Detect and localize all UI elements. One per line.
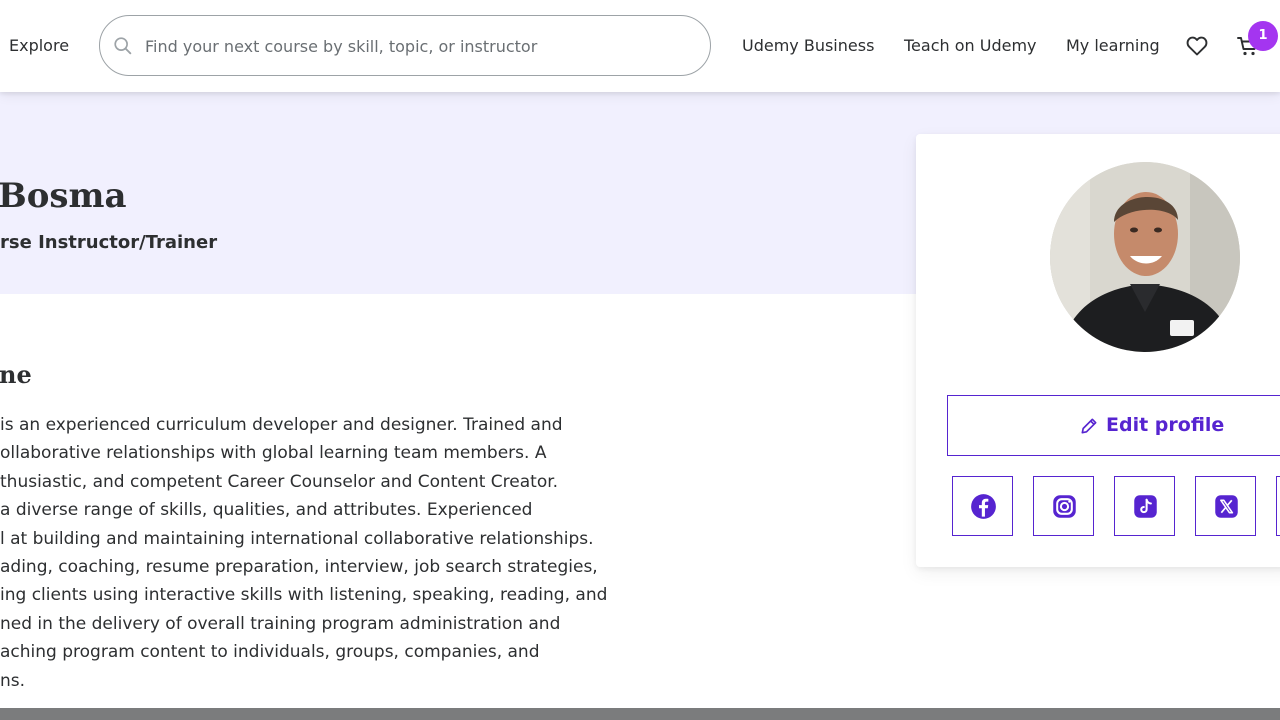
heart-icon[interactable] [1185, 34, 1209, 58]
top-header: Explore Udemy Business Teach on Udemy My… [0, 0, 1280, 92]
about-line: aching program content to individuals, g… [0, 642, 540, 663]
teach-on-udemy-link[interactable]: Teach on Udemy [904, 36, 1037, 55]
x-icon [1215, 495, 1238, 518]
cart-count-badge: 1 [1248, 21, 1278, 51]
facebook-icon [971, 494, 996, 519]
x-button[interactable] [1195, 476, 1256, 536]
udemy-business-link[interactable]: Udemy Business [742, 36, 874, 55]
instagram-icon [1053, 495, 1076, 518]
avatar [1050, 162, 1240, 352]
bottom-scroll-bar [0, 708, 1280, 720]
tiktok-button[interactable] [1114, 476, 1175, 536]
search-icon[interactable] [112, 35, 134, 57]
facebook-button[interactable] [952, 476, 1013, 536]
about-line: l at building and maintaining internatio… [0, 528, 594, 549]
about-line: is an experienced curriculum developer a… [0, 415, 563, 435]
about-line: ading, coaching, resume preparation, int… [0, 556, 598, 577]
instagram-button[interactable] [1033, 476, 1094, 536]
about-heading: ne [0, 360, 32, 389]
about-text: is an experienced curriculum developer a… [0, 414, 660, 698]
instructor-name: Bosma [0, 176, 127, 216]
edit-profile-label: Edit profile [1106, 414, 1225, 436]
my-learning-link[interactable]: My learning [1066, 36, 1160, 55]
about-line: ns. [0, 670, 26, 691]
edit-profile-button[interactable]: Edit profile [947, 395, 1280, 456]
tiktok-icon [1134, 495, 1157, 518]
search-bar[interactable] [99, 15, 711, 76]
instructor-headline: rse Instructor/Trainer [0, 232, 218, 253]
about-line: ing clients using interactive skills wit… [0, 585, 608, 606]
search-input[interactable] [145, 33, 685, 59]
about-line: ollaborative relationships with global l… [0, 443, 547, 464]
pencil-icon [1081, 418, 1097, 434]
about-line: thusiastic, and competent Career Counsel… [0, 471, 559, 492]
about-line: ned in the delivery of overall training … [0, 613, 561, 634]
explore-menu[interactable]: Explore [9, 36, 69, 55]
social-button-partial[interactable] [1276, 476, 1280, 536]
about-line: a diverse range of skills, qualities, an… [0, 500, 533, 521]
